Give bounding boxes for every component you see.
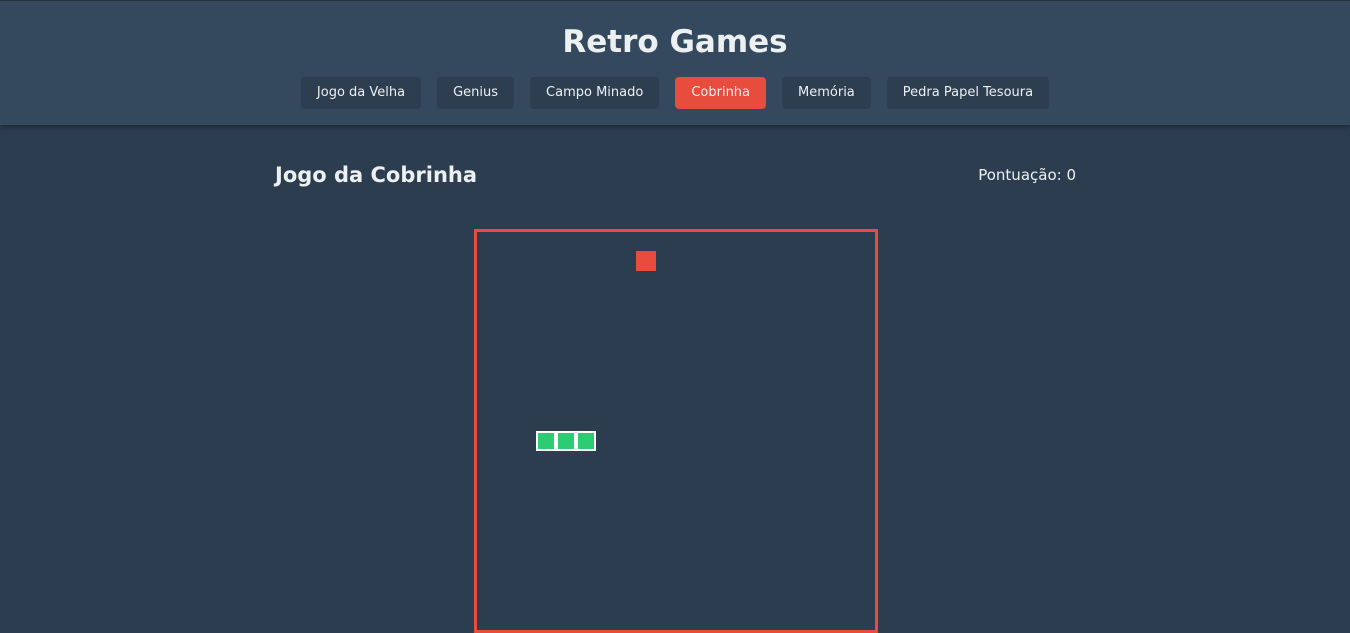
nav-button-pedra-papel-tesoura[interactable]: Pedra Papel Tesoura [886, 77, 1050, 109]
nav-button-campo-minado[interactable]: Campo Minado [530, 77, 660, 109]
nav-button-memoria[interactable]: Memória [782, 77, 871, 109]
app-title: Retro Games [562, 24, 788, 60]
game-nav: Jogo da Velha Genius Campo Minado Cobrin… [0, 77, 1350, 109]
nav-button-cobrinha[interactable]: Cobrinha [675, 77, 767, 109]
snake-head [576, 431, 596, 451]
snake-board[interactable] [474, 229, 878, 633]
app-header: Retro Games Jogo da Velha Genius Campo M… [0, 0, 1350, 125]
snake-segment [536, 431, 556, 451]
game-title: Jogo da Cobrinha [275, 163, 478, 187]
nav-button-genius[interactable]: Genius [437, 77, 515, 109]
nav-button-jogo-da-velha[interactable]: Jogo da Velha [300, 77, 422, 109]
food-item [636, 251, 656, 271]
snake-segment [556, 431, 576, 451]
score-display: Pontuação: 0 [978, 166, 1076, 184]
